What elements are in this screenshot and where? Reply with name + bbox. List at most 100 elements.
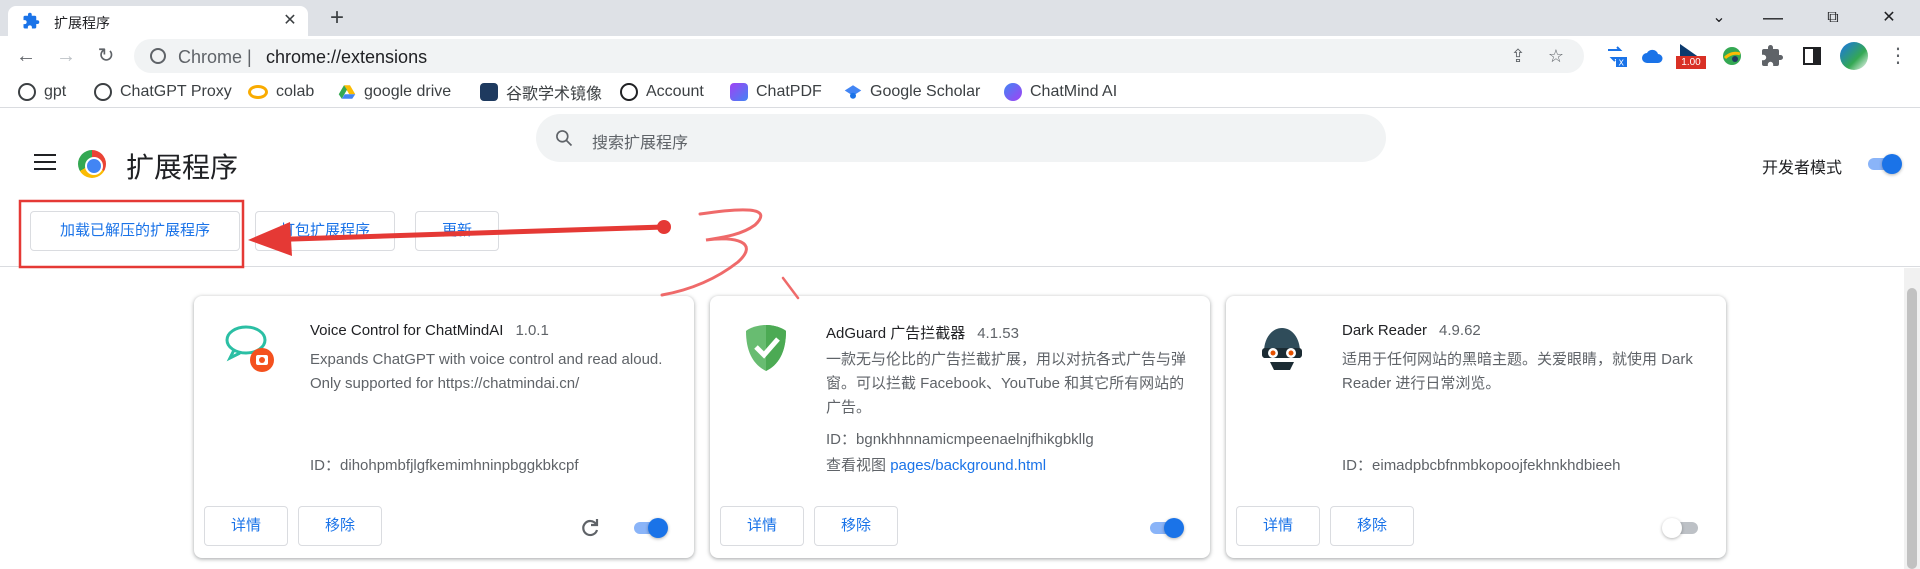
remove-button[interactable]: 移除 xyxy=(814,506,898,546)
bookmark-label: Account xyxy=(646,83,704,100)
puzzle-icon xyxy=(23,12,40,29)
toggle-knob xyxy=(1662,518,1682,538)
bookmark-account[interactable]: Account xyxy=(620,80,704,104)
openai-icon xyxy=(94,83,112,101)
google-drive-icon xyxy=(338,85,356,99)
chrome-logo-icon xyxy=(78,150,106,178)
scholar-mirror-icon xyxy=(480,83,498,101)
extension-name: Dark Reader 4.9.62 xyxy=(1342,322,1481,339)
address-bar[interactable]: Chrome | chrome://extensions ⇪ ☆ xyxy=(134,39,1584,73)
back-icon[interactable]: ← xyxy=(12,42,40,70)
reload-extension-icon[interactable] xyxy=(578,516,602,540)
bookmark-label: 谷歌学术镜像 xyxy=(506,86,603,103)
enable-toggle[interactable] xyxy=(1662,518,1700,538)
bookmark-scholar-mirror[interactable]: 谷歌学术镜像 xyxy=(480,80,602,104)
extension-version: 4.9.62 xyxy=(1439,322,1481,339)
side-panel-icon[interactable] xyxy=(1800,44,1824,68)
bookmark-label: ChatGPT Proxy xyxy=(120,83,232,100)
scrollbar-thumb[interactable] xyxy=(1907,288,1917,569)
bookmark-google-drive[interactable]: google drive xyxy=(338,80,451,104)
svg-text:X: X xyxy=(1619,59,1625,68)
tab-search-chevron-icon[interactable]: ⌄ xyxy=(1696,0,1742,36)
more-menu-icon[interactable]: ⋮ xyxy=(1884,42,1912,70)
speed-badge: 1.00 xyxy=(1676,56,1706,69)
globe-extension-icon[interactable] xyxy=(1720,44,1744,68)
enable-toggle[interactable] xyxy=(630,518,668,538)
extension-title: Dark Reader xyxy=(1342,322,1428,339)
colab-icon xyxy=(248,85,268,99)
openai-icon xyxy=(18,83,36,101)
developer-mode-label: 开发者模式 xyxy=(1762,160,1843,177)
remove-button[interactable]: 移除 xyxy=(1330,506,1414,546)
inspect-views: 查看视图 pages/background.html xyxy=(826,454,1046,475)
extensions-header: 扩展程序 搜索扩展程序 开发者模式 加载已解压的扩展程序 打包扩展程序 更新 xyxy=(0,108,1920,268)
header-divider xyxy=(0,266,1920,267)
bookmark-label: ChatMind AI xyxy=(1030,83,1118,100)
details-button[interactable]: 详情 xyxy=(720,506,804,546)
speed-extension-icon[interactable]: 1.00 xyxy=(1676,44,1706,69)
bookmark-gpt[interactable]: gpt xyxy=(18,80,66,104)
page-scrollbar[interactable] xyxy=(1904,268,1920,569)
id-value: bgnkhhnnamicmpeenaelnjfhikgbkllg xyxy=(856,431,1094,448)
chatmind-icon xyxy=(1004,83,1022,101)
enable-toggle[interactable] xyxy=(1146,518,1184,538)
bookmark-colab[interactable]: colab xyxy=(248,80,314,104)
load-unpacked-button[interactable]: 加载已解压的扩展程序 xyxy=(30,211,240,251)
extension-id: ID：eimadpbcbfnmbkopoojfekhnkhdbieeh xyxy=(1342,454,1621,475)
id-label: ID： xyxy=(310,457,341,474)
bookmark-star-icon[interactable]: ☆ xyxy=(1546,46,1566,66)
hamburger-menu-icon[interactable] xyxy=(34,154,56,170)
bookmark-chatpdf[interactable]: ChatPDF xyxy=(730,80,822,104)
restore-button[interactable]: ⧉ xyxy=(1810,0,1856,36)
tab-title: 扩展程序 xyxy=(54,15,110,31)
extension-title: Voice Control for ChatMindAI xyxy=(310,322,504,339)
developer-mode-toggle[interactable] xyxy=(1864,154,1902,174)
background-page-link[interactable]: pages/background.html xyxy=(890,457,1046,474)
forward-icon[interactable]: → xyxy=(52,42,80,70)
bookmark-chatmind-ai[interactable]: ChatMind AI xyxy=(1004,80,1117,104)
adguard-shield-icon xyxy=(746,325,786,371)
voice-control-icon xyxy=(225,325,274,372)
extensions-puzzle-icon[interactable] xyxy=(1760,44,1784,68)
bookmark-label: colab xyxy=(276,83,315,100)
reload-icon[interactable]: ↻ xyxy=(92,42,120,70)
dark-reader-icon xyxy=(1262,328,1302,370)
search-placeholder: 搜索扩展程序 xyxy=(592,135,689,152)
bookmark-chatgpt-proxy[interactable]: ChatGPT Proxy xyxy=(94,80,232,104)
tab-strip: 扩展程序 ✕ + ⌄ — ⧉ ✕ xyxy=(0,0,1920,36)
pack-extension-button[interactable]: 打包扩展程序 xyxy=(255,211,395,251)
close-tab-icon[interactable]: ✕ xyxy=(280,11,300,31)
extension-description: Expands ChatGPT with voice control and r… xyxy=(310,351,663,392)
extension-name: AdGuard 广告拦截器 4.1.53 xyxy=(826,322,1019,343)
minimize-button[interactable]: — xyxy=(1750,0,1796,36)
extension-card-dark-reader: Dark Reader 4.9.62 适用于任何网站的黑暗主题。关爱眼睛，就使用 … xyxy=(1226,296,1726,558)
extension-id: ID：dihohpmbfjlgfkemimhninpbggkbkcpf xyxy=(310,454,579,475)
bookmark-google-scholar[interactable]: Google Scholar xyxy=(844,80,980,104)
extension-card-adguard: AdGuard 广告拦截器 4.1.53 一款无与伦比的广告拦截扩展，用以对抗各式… xyxy=(710,296,1210,558)
details-button[interactable]: 详情 xyxy=(204,506,288,546)
extension-version: 4.1.53 xyxy=(977,325,1019,342)
update-button[interactable]: 更新 xyxy=(415,211,499,251)
page-title: 扩展程序 xyxy=(126,152,239,183)
new-tab-button[interactable]: + xyxy=(324,6,350,32)
translate-extension-icon[interactable]: X xyxy=(1604,44,1628,68)
id-label: ID： xyxy=(1342,457,1373,474)
profile-avatar[interactable] xyxy=(1840,42,1868,70)
extension-description: 一款无与伦比的广告拦截扩展，用以对抗各式广告与弹窗。可以拦截 Facebook、… xyxy=(826,351,1187,416)
remove-button[interactable]: 移除 xyxy=(298,506,382,546)
url-text[interactable]: chrome://extensions xyxy=(266,47,427,68)
details-button[interactable]: 详情 xyxy=(1236,506,1320,546)
bookmark-label: gpt xyxy=(44,83,67,100)
chrome-icon xyxy=(150,48,166,64)
extension-version: 1.0.1 xyxy=(515,322,549,339)
toggle-knob xyxy=(1882,154,1902,174)
cloud-extension-icon[interactable] xyxy=(1640,44,1664,68)
share-icon[interactable]: ⇪ xyxy=(1508,46,1528,66)
extension-description: 适用于任何网站的黑暗主题。关爱眼睛，就使用 Dark Reader 进行日常浏览… xyxy=(1342,351,1693,392)
bookmark-label: google drive xyxy=(364,83,452,100)
openai-icon xyxy=(620,83,638,101)
window-close-button[interactable]: ✕ xyxy=(1866,0,1912,36)
tab-extensions[interactable]: 扩展程序 ✕ xyxy=(8,6,308,36)
search-extensions-input[interactable]: 搜索扩展程序 xyxy=(536,114,1386,162)
bookmark-label: ChatPDF xyxy=(756,83,822,100)
